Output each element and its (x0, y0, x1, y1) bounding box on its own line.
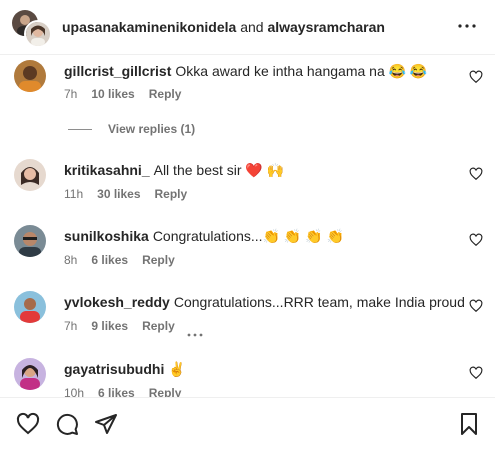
comment-icon[interactable] (55, 412, 79, 436)
avatar[interactable] (14, 291, 46, 323)
avatar[interactable] (14, 60, 46, 92)
more-options-icon[interactable] (186, 325, 204, 337)
heart-icon[interactable] (469, 366, 483, 380)
comment-text: sunilkoshika Congratulations...👏 👏 👏 👏 (64, 228, 344, 245)
comment-time: 11h (64, 187, 84, 201)
comment-likes[interactable]: 6 likes (98, 386, 135, 397)
comment-username[interactable]: kritikasahni_ (64, 162, 150, 178)
heart-icon[interactable] (469, 167, 483, 181)
share-icon[interactable] (94, 412, 118, 436)
reply-button[interactable]: Reply (142, 319, 175, 333)
post-header: upasanakaminenikonidela and alwaysramcha… (0, 0, 495, 55)
comments-list[interactable]: gillcrist_gillcrist Okka award ke intha h… (0, 55, 495, 397)
comment-text: yvlokesh_reddy Congratulations...RRR team… (64, 294, 465, 310)
heart-icon[interactable] (469, 233, 483, 247)
heart-icon[interactable] (469, 299, 483, 313)
comment-text: kritikasahni_ All the best sir ❤️ 🙌 (64, 162, 284, 179)
comment-meta: 10h 6 likes Reply (64, 386, 195, 397)
avatar-stack[interactable] (12, 10, 52, 48)
comment-time: 7h (64, 87, 78, 101)
comment-meta: 7h 9 likes Reply (64, 319, 189, 333)
comment-time: 7h (64, 319, 78, 333)
divider-line (68, 129, 92, 131)
comment-body: Congratulations...👏 👏 👏 👏 (152, 228, 344, 244)
post-actions-bar (0, 397, 495, 449)
author-link[interactable]: alwaysramcharan (267, 19, 385, 35)
avatar[interactable] (14, 225, 46, 257)
view-replies-button[interactable]: View replies (1) (68, 122, 195, 136)
comment-username[interactable]: yvlokesh_reddy (64, 294, 170, 310)
comment-likes[interactable]: 10 likes (91, 87, 134, 101)
reply-button[interactable]: Reply (155, 187, 188, 201)
bookmark-icon[interactable] (457, 412, 481, 436)
reply-button[interactable]: Reply (149, 386, 182, 397)
avatar[interactable] (14, 358, 46, 390)
comment-username[interactable]: sunilkoshika (64, 228, 149, 244)
comment-likes[interactable]: 30 likes (97, 187, 140, 201)
reply-button[interactable]: Reply (149, 87, 182, 101)
comment-body: Congratulations...RRR team, make India p… (173, 294, 465, 310)
comment-body: Okka award ke intha hangama na 😂 😂 (175, 63, 428, 79)
comment-body: ✌️ (168, 361, 186, 377)
reply-button[interactable]: Reply (142, 253, 175, 267)
author-link[interactable]: upasanakaminenikonidela (62, 19, 236, 35)
comment-meta: 7h 10 likes Reply (64, 87, 195, 101)
avatar[interactable] (14, 159, 46, 191)
heart-icon[interactable] (469, 70, 483, 84)
comment-text: gillcrist_gillcrist Okka award ke intha h… (64, 63, 427, 80)
comment-username[interactable]: gayatrisubudhi (64, 361, 164, 377)
comment-time: 8h (64, 253, 78, 267)
comment-likes[interactable]: 9 likes (91, 319, 128, 333)
more-options-icon[interactable] (455, 14, 479, 38)
comment-username[interactable]: gillcrist_gillcrist (64, 63, 171, 79)
comment-time: 10h (64, 386, 85, 397)
comment-body: All the best sir ❤️ 🙌 (153, 162, 285, 178)
author-joiner: and (240, 19, 264, 35)
comment-likes[interactable]: 6 likes (91, 253, 128, 267)
comment-text: gayatrisubudhi ✌️ (64, 361, 186, 378)
post-authors: upasanakaminenikonidela and alwaysramcha… (62, 19, 385, 35)
comment-meta: 8h 6 likes Reply (64, 253, 189, 267)
avatar[interactable] (24, 20, 52, 48)
heart-icon[interactable] (16, 412, 40, 436)
view-replies-label: View replies (1) (108, 122, 196, 136)
comment-meta: 11h 30 likes Reply (64, 187, 201, 201)
